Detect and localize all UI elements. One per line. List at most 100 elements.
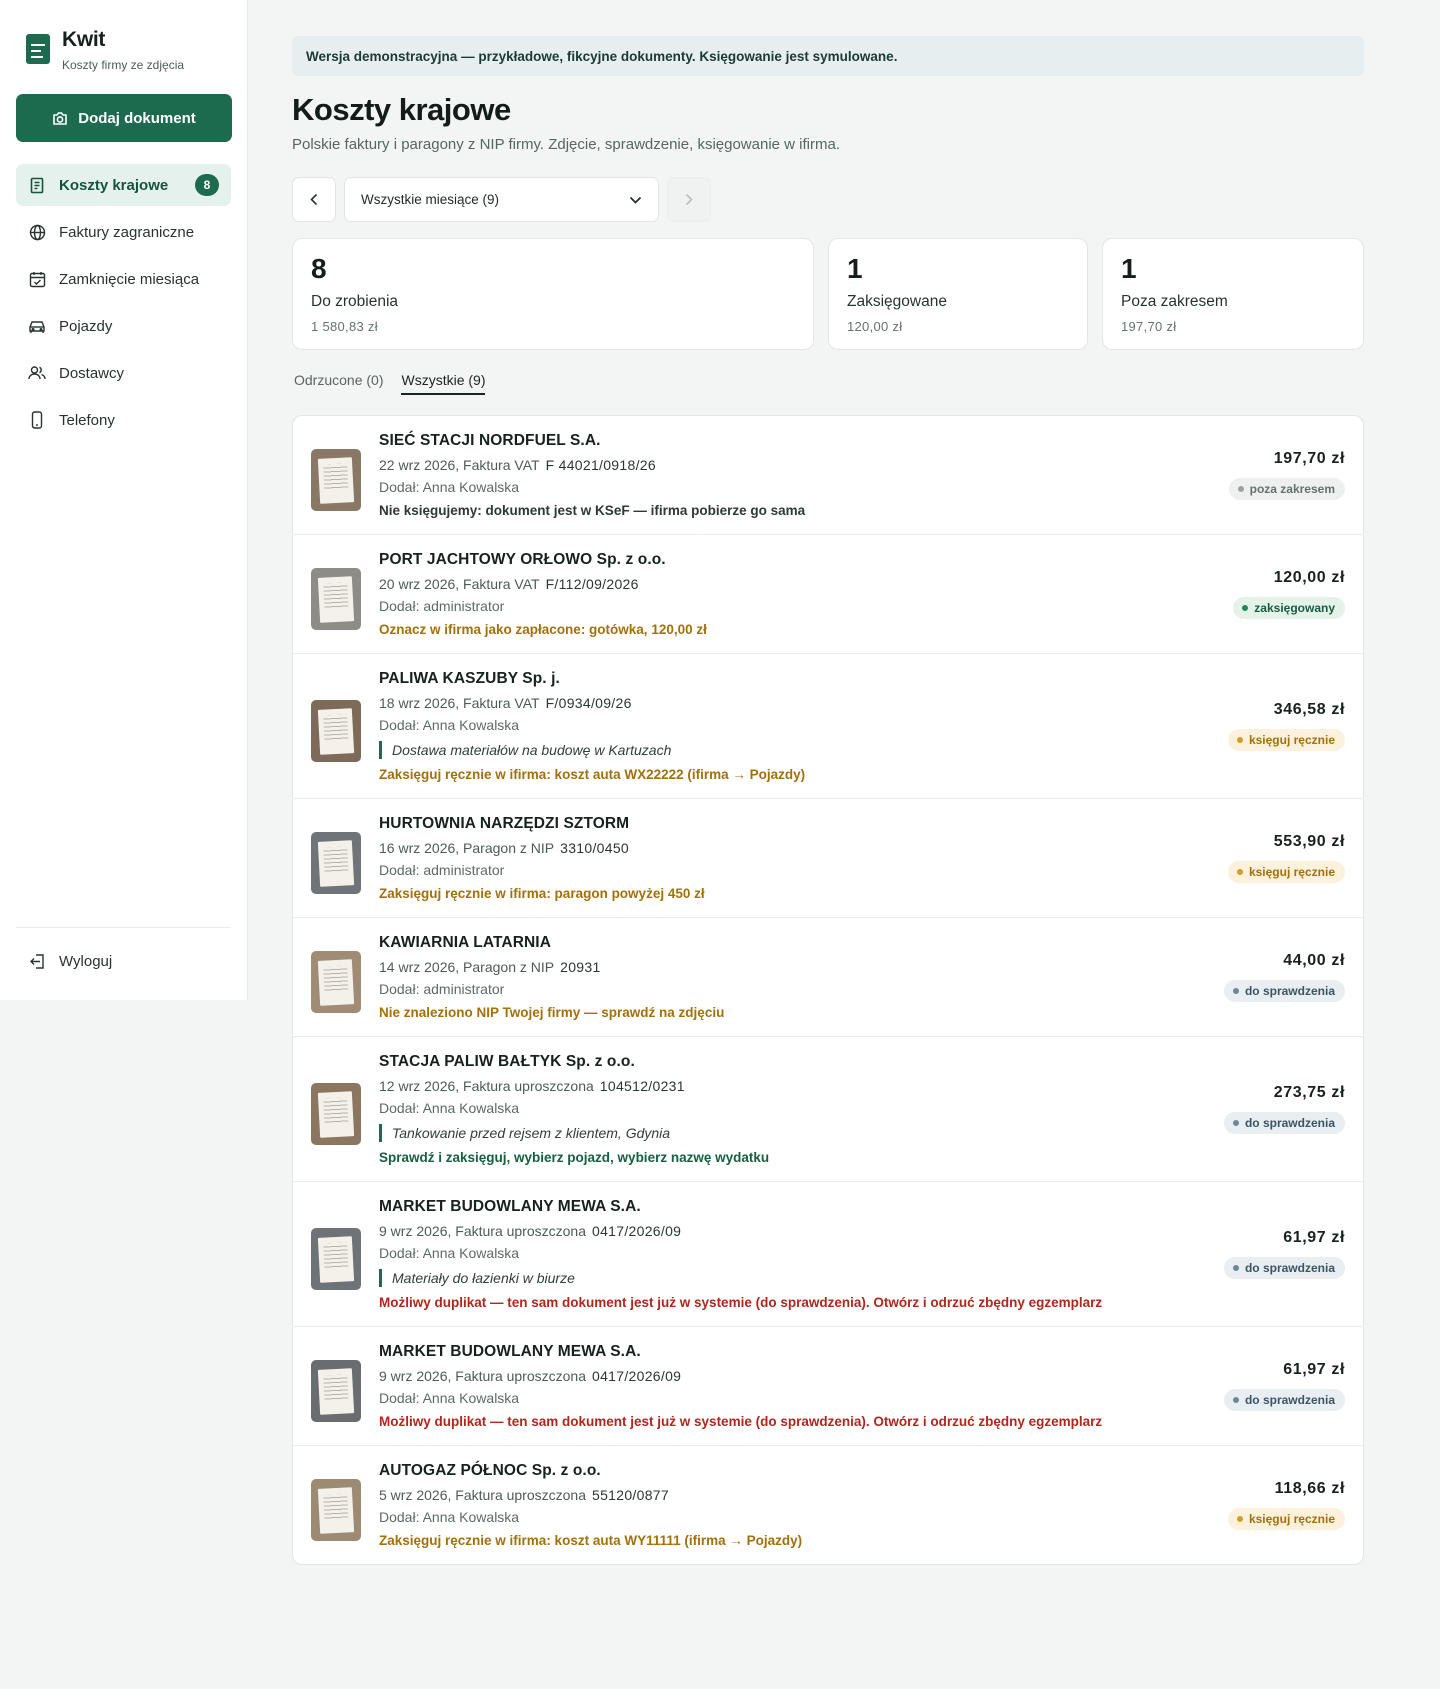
document-thumbnail[interactable] xyxy=(311,951,361,1013)
document-row[interactable]: PORT JACHTOWY ORŁOWO Sp. z o.o. 20 wrz 20… xyxy=(293,535,1363,654)
sidebar-item-dostawcy[interactable]: Dostawcy xyxy=(16,352,231,394)
main-content: Wersja demonstracyjna — przykładowe, fik… xyxy=(292,36,1364,1565)
document-date-type: 20 wrz 2026, Faktura VAT xyxy=(379,576,540,592)
stat-number: 1 xyxy=(1121,253,1137,284)
tab-all[interactable]: Wszystkie (9) xyxy=(401,372,486,395)
document-row[interactable]: PALIWA KASZUBY Sp. j. 18 wrz 2026, Faktur… xyxy=(293,654,1363,799)
demo-banner: Wersja demonstracyjna — przykładowe, fik… xyxy=(292,36,1364,76)
added-by: Dodał: administrator xyxy=(379,598,505,614)
receipt-paper-icon xyxy=(317,1368,355,1415)
document-thumbnail[interactable] xyxy=(311,568,361,630)
document-row[interactable]: STACJA PALIW BAŁTYK Sp. z o.o. 12 wrz 202… xyxy=(293,1037,1363,1182)
status-dot-icon xyxy=(1232,1265,1239,1271)
document-row[interactable]: KAWIARNIA LATARNIA 14 wrz 2026, Paragon z… xyxy=(293,918,1363,1037)
document-details: SIEĆ STACJI NORDFUEL S.A. 22 wrz 2026, Fa… xyxy=(379,432,1145,518)
document-thumbnail[interactable] xyxy=(311,1083,361,1145)
stat-label: Zaksięgowane xyxy=(847,293,947,310)
status-badge: księguj ręcznie xyxy=(1227,729,1345,751)
stat-card-todo[interactable]: 8 Do zrobienia 1 580,83 zł xyxy=(292,238,814,350)
document-hint: Sprawdź i zaksięguj, wybierz pojazd, wyb… xyxy=(379,1150,770,1165)
receipt-paper-icon xyxy=(317,576,355,623)
logout-button[interactable]: Wyloguj xyxy=(16,940,232,982)
document-details: HURTOWNIA NARZĘDZI SZTORM 16 wrz 2026, Pa… xyxy=(379,815,1145,901)
added-by: Dodał: administrator xyxy=(379,862,505,878)
next-month-button[interactable] xyxy=(667,177,711,222)
status-label: zaksięgowany xyxy=(1254,601,1335,615)
vendor-name: PORT JACHTOWY ORŁOWO Sp. z o.o. xyxy=(379,551,666,568)
document-meta: 16 wrz 2026, Paragon z NIP 3310/0450 xyxy=(379,840,1145,856)
document-summary: 61,97 zł do sprawdzenia xyxy=(1145,1343,1345,1429)
brand[interactable]: Kwit Koszty firmy ze zdjęcia xyxy=(16,24,231,72)
document-meta: 22 wrz 2026, Faktura VAT F 44021/0918/26 xyxy=(379,457,1145,473)
document-amount: 120,00 zł xyxy=(1273,569,1345,586)
added-by: Dodał: Anna Kowalska xyxy=(379,479,520,495)
sidebar-item-label: Pojazdy xyxy=(59,317,113,335)
document-amount: 61,97 zł xyxy=(1283,1229,1345,1246)
document-date-type: 9 wrz 2026, Faktura uproszczona xyxy=(379,1368,586,1384)
users-icon xyxy=(28,364,46,382)
document-number: F 44021/0918/26 xyxy=(545,457,656,473)
receipt-paper-icon xyxy=(317,959,355,1006)
document-note: Materiały do łazienki w biurze xyxy=(379,1269,1145,1287)
document-thumbnail[interactable] xyxy=(311,1228,361,1290)
month-select[interactable]: Wszystkie miesiące (9) xyxy=(344,177,659,222)
status-badge: do sprawdzenia xyxy=(1223,1257,1345,1279)
nav-divider xyxy=(16,927,231,928)
status-label: księguj ręcznie xyxy=(1248,733,1335,747)
document-row[interactable]: SIEĆ STACJI NORDFUEL S.A. 22 wrz 2026, Fa… xyxy=(293,416,1363,535)
stat-card-out-of-scope[interactable]: 1 Poza zakresem 197,70 zł xyxy=(1102,238,1364,350)
document-date-type: 16 wrz 2026, Paragon z NIP xyxy=(379,840,555,856)
sidebar-item-telefony[interactable]: Telefony xyxy=(16,399,231,441)
sidebar-item-faktury-zagraniczne[interactable]: Faktury zagraniczne xyxy=(16,211,231,253)
status-label: do sprawdzenia xyxy=(1244,1116,1335,1130)
sidebar-item-pojazdy[interactable]: Pojazdy xyxy=(16,305,231,347)
tab-rejected[interactable]: Odrzucone (0) xyxy=(294,372,383,395)
document-amount: 44,00 zł xyxy=(1283,952,1345,969)
sidebar-item-koszty-krajowe[interactable]: Koszty krajowe 8 xyxy=(16,164,231,206)
stat-amount: 197,70 zł xyxy=(1121,319,1177,334)
document-date-type: 14 wrz 2026, Paragon z NIP xyxy=(379,959,555,975)
document-row[interactable]: MARKET BUDOWLANY MEWA S.A. 9 wrz 2026, Fa… xyxy=(293,1327,1363,1446)
stat-card-booked[interactable]: 1 Zaksięgowane 120,00 zł xyxy=(828,238,1088,350)
prev-month-button[interactable] xyxy=(292,177,336,222)
stat-amount: 120,00 zł xyxy=(847,319,903,334)
vendor-name: AUTOGAZ PÓŁNOC Sp. z o.o. xyxy=(379,1462,601,1479)
document-number: 104512/0231 xyxy=(599,1078,685,1094)
document-details: MARKET BUDOWLANY MEWA S.A. 9 wrz 2026, Fa… xyxy=(379,1343,1145,1429)
add-document-label: Dodaj dokument xyxy=(78,109,196,127)
phone-icon xyxy=(28,411,46,429)
document-thumbnail[interactable] xyxy=(311,700,361,762)
document-row[interactable]: HURTOWNIA NARZĘDZI SZTORM 16 wrz 2026, Pa… xyxy=(293,799,1363,918)
status-label: do sprawdzenia xyxy=(1244,1261,1335,1275)
document-thumbnail[interactable] xyxy=(311,1479,361,1541)
sidebar-item-label: Dostawcy xyxy=(59,364,125,382)
document-date-type: 22 wrz 2026, Faktura VAT xyxy=(379,457,540,473)
document-number: F/112/09/2026 xyxy=(545,576,639,592)
status-dot-icon xyxy=(1232,1397,1239,1403)
document-row[interactable]: AUTOGAZ PÓŁNOC Sp. z o.o. 5 wrz 2026, Fak… xyxy=(293,1446,1363,1564)
document-summary: 197,70 zł poza zakresem xyxy=(1145,432,1345,518)
receipt-paper-icon xyxy=(317,1236,355,1283)
status-badge: do sprawdzenia xyxy=(1223,1112,1345,1134)
sidebar-item-zamkniecie-miesiaca[interactable]: Zamknięcie miesiąca xyxy=(16,258,231,300)
document-thumbnail[interactable] xyxy=(311,1360,361,1422)
status-dot-icon xyxy=(1242,605,1249,611)
document-amount: 553,90 zł xyxy=(1273,833,1345,850)
document-note: Dostawa materiałów na budowę w Kartuzach xyxy=(379,741,1145,759)
document-date-type: 12 wrz 2026, Faktura uproszczona xyxy=(379,1078,594,1094)
document-thumbnail[interactable] xyxy=(311,832,361,894)
document-summary: 118,66 zł księguj ręcznie xyxy=(1145,1462,1345,1548)
month-picker: Wszystkie miesiące (9) xyxy=(292,177,1364,222)
document-details: AUTOGAZ PÓŁNOC Sp. z o.o. 5 wrz 2026, Fak… xyxy=(379,1462,1145,1548)
status-dot-icon xyxy=(1236,869,1243,875)
add-document-button[interactable]: Dodaj dokument xyxy=(16,94,232,142)
document-hint: Możliwy duplikat — ten sam dokument jest… xyxy=(379,1295,1103,1310)
added-by: Dodał: Anna Kowalska xyxy=(379,1245,520,1261)
document-thumbnail[interactable] xyxy=(311,449,361,511)
document-row[interactable]: MARKET BUDOWLANY MEWA S.A. 9 wrz 2026, Fa… xyxy=(293,1182,1363,1327)
status-label: do sprawdzenia xyxy=(1244,984,1335,998)
document-meta: 9 wrz 2026, Faktura uproszczona 0417/2026… xyxy=(379,1223,1145,1239)
document-details: PORT JACHTOWY ORŁOWO Sp. z o.o. 20 wrz 20… xyxy=(379,551,1145,637)
document-date-type: 5 wrz 2026, Faktura uproszczona xyxy=(379,1487,586,1503)
app-tagline: Koszty firmy ze zdjęcia xyxy=(62,58,185,72)
